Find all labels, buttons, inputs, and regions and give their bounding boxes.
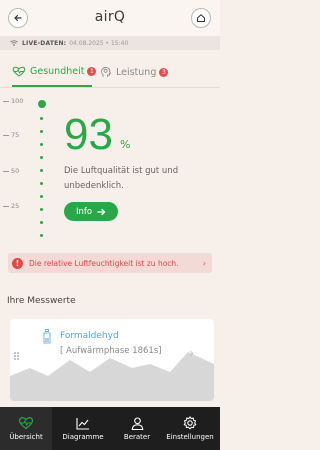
nav-uebersicht[interactable]: Übersicht	[0, 407, 52, 450]
tab-divider	[0, 87, 220, 88]
heart-pulse-icon	[12, 66, 26, 77]
tab-gesundheit-label: Gesundheit	[30, 66, 85, 77]
warning-text: Die relative Luftfeuchtigkeit ist zu hoc…	[29, 258, 179, 268]
gauge-dot	[40, 182, 43, 185]
tab-gesundheit[interactable]: Gesundheit 1	[12, 66, 97, 77]
gauge-dot	[40, 156, 43, 159]
gauge-dot	[40, 221, 43, 224]
nav-einstellungen[interactable]: Einstellungen	[162, 407, 218, 450]
gauge-dot	[40, 130, 43, 133]
gauge-dots	[38, 100, 46, 242]
chevron-right-icon: ›	[189, 346, 194, 360]
person-icon	[131, 416, 143, 430]
flask-icon	[43, 329, 51, 344]
chevron-right-icon: ›	[202, 258, 206, 268]
gauge-dot	[40, 234, 43, 237]
scale-tick: 100	[3, 97, 23, 105]
gauge-dot	[40, 169, 43, 172]
chart-line-icon	[76, 417, 89, 430]
home-icon	[197, 14, 205, 22]
measurement-name: Formaldehyd	[60, 331, 119, 341]
nav-label: Einstellungen	[166, 433, 214, 441]
air-quality-value: 93	[64, 110, 113, 159]
live-data-label: LIVE-DATEN:	[22, 39, 67, 47]
air-quality-status: Die Luftqualität ist gut und unbedenklic…	[64, 166, 179, 191]
info-button[interactable]: Info	[64, 202, 118, 221]
measurement-card[interactable]: Formaldehyd [ Aufwärmphase 1861s] ›	[10, 319, 214, 401]
humidity-warning[interactable]: ! Die relative Luftfeuchtigkeit ist zu h…	[8, 253, 212, 273]
wifi-icon	[10, 40, 18, 46]
arrow-right-icon	[97, 208, 106, 216]
home-button[interactable]	[191, 8, 211, 28]
nav-label: Diagramme	[62, 432, 104, 441]
gauge-dot	[40, 143, 43, 146]
app-header: airQ	[0, 0, 220, 36]
measurements-title: Ihre Messwerte	[7, 296, 76, 306]
info-button-label: Info	[75, 206, 93, 217]
scale-tick: 25	[3, 202, 19, 210]
brain-head-icon	[101, 66, 112, 77]
air-quality-unit: %	[120, 138, 131, 151]
app-title: airQ	[94, 9, 126, 25]
nav-label: Übersicht	[9, 433, 43, 441]
live-data-datetime: 04.08.2025 • 15:40	[69, 39, 129, 47]
gauge-level-marker	[38, 100, 46, 108]
nav-berater[interactable]: Berater	[114, 407, 160, 450]
live-data-bar: LIVE-DATEN: 04.08.2025 • 15:40	[0, 36, 220, 50]
heart-pulse-icon	[18, 417, 34, 430]
tab-gesundheit-badge: 1	[87, 67, 97, 76]
gear-icon	[183, 416, 197, 430]
nav-label: Berater	[123, 432, 151, 441]
exclamation-icon: !	[12, 257, 23, 269]
tab-leistung[interactable]: Leistung 3	[100, 66, 169, 78]
gauge-dot	[40, 208, 43, 211]
tab-bar: Gesundheit 1 Leistung 3	[0, 60, 220, 90]
tab-leistung-badge: 3	[159, 67, 169, 77]
scale-tick: 75	[3, 131, 19, 139]
bottom-navigation: Übersicht Diagramme Berater Einstellunge…	[0, 407, 220, 450]
gauge-dot	[40, 117, 43, 120]
nav-diagramme[interactable]: Diagramme	[55, 407, 111, 450]
measurement-status: [ Aufwärmphase 1861s]	[60, 346, 162, 356]
gauge-scale: 100 75 50 25	[0, 94, 40, 244]
scale-tick: 50	[3, 167, 19, 175]
drag-handle-icon[interactable]	[14, 352, 20, 361]
tab-leistung-label: Leistung	[116, 66, 157, 78]
gauge-dot	[40, 195, 43, 198]
